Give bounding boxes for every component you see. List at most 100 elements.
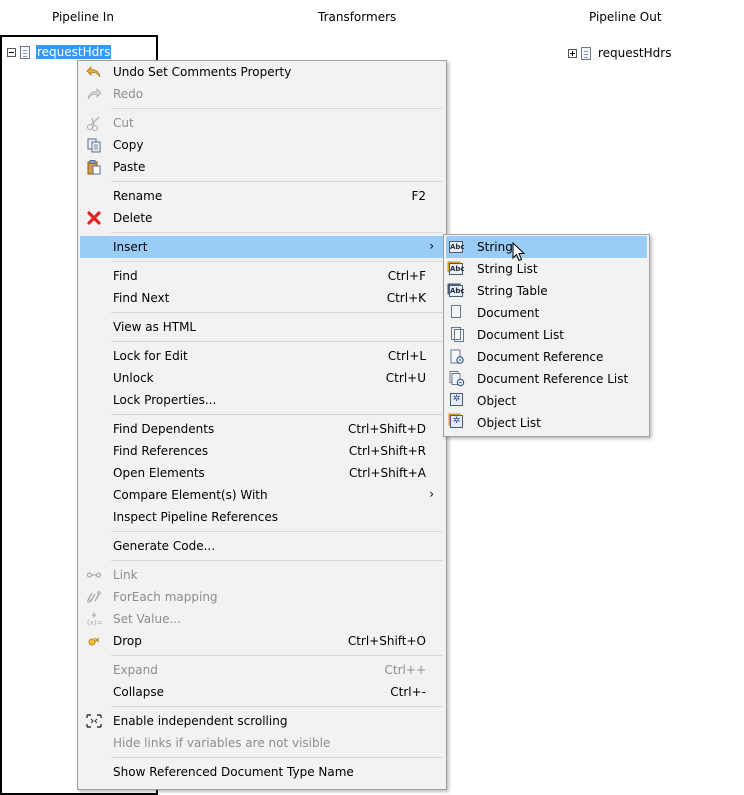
menu-separator [111, 531, 442, 532]
menu-item-label: Copy [113, 138, 144, 152]
menu-item-label: Inspect Pipeline References [113, 510, 278, 524]
menu-item-label: Enable independent scrolling [113, 714, 288, 728]
menu-item-label: View as HTML [113, 320, 197, 334]
chevron-right-icon: › [429, 239, 434, 253]
menu-item-label: Rename [113, 189, 163, 203]
context-menu: Undo Set Comments Property Redo Cut Copy… [77, 60, 447, 790]
menu-item-label: Undo Set Comments Property [113, 65, 292, 79]
menu-separator [111, 181, 442, 182]
menu-item-drop[interactable]: Drop Ctrl+Shift+O [80, 630, 444, 652]
menu-item-label: Find References [113, 444, 209, 458]
menu-item-label: Show Referenced Document Type Name [113, 765, 354, 779]
menu-item-shortcut: Ctrl+- [390, 685, 426, 699]
submenu-item-label: Object [477, 394, 517, 408]
svg-text:(x)=: (x)= [87, 619, 102, 627]
menu-item-label: Cut [113, 116, 134, 130]
menu-item-hide-links[interactable]: Hide links if variables are not visible [80, 732, 444, 754]
menu-item-delete[interactable]: Delete [80, 207, 444, 229]
submenu-item-string-list[interactable]: Abc String List [446, 258, 647, 280]
chevron-right-icon: › [429, 487, 434, 501]
menu-item-compare-elements[interactable]: Compare Element(s) With › [80, 484, 444, 506]
menu-item-open-elements[interactable]: Open Elements Ctrl+Shift+A [80, 462, 444, 484]
set-value-icon: (x)= [86, 611, 103, 627]
pipeline-out-node-label[interactable]: requestHdrs [597, 46, 672, 60]
menu-item-shortcut: Ctrl+Shift+A [349, 466, 426, 480]
document-reference-list-icon [449, 371, 465, 387]
menu-item-shortcut: Ctrl+Shift+O [347, 634, 426, 648]
menu-separator [111, 757, 442, 758]
pipeline-out-node[interactable]: requestHdrs [568, 45, 672, 61]
menu-item-shortcut: Ctrl+U [385, 371, 426, 385]
menu-item-label: Unlock [113, 371, 154, 385]
menu-item-generate-code[interactable]: Generate Code... [80, 535, 444, 557]
menu-item-shortcut: Ctrl++ [384, 663, 426, 677]
menu-separator [111, 312, 442, 313]
pipeline-in-node[interactable]: requestHdrs [7, 44, 112, 60]
pipeline-out-header: Pipeline Out [589, 10, 662, 24]
document-reference-icon [449, 349, 465, 365]
menu-item-set-value[interactable]: (x)= Set Value... [80, 608, 444, 630]
menu-item-collapse[interactable]: Collapse Ctrl+- [80, 681, 444, 703]
copy-icon [86, 137, 102, 153]
submenu-item-label: Document List [477, 328, 564, 342]
string-list-icon: Abc [449, 263, 465, 275]
menu-item-label: Lock for Edit [113, 349, 188, 363]
menu-item-label: Find Dependents [113, 422, 215, 436]
menu-item-label: Hide links if variables are not visible [113, 736, 331, 750]
pipeline-in-header: Pipeline In [52, 10, 114, 24]
menu-item-unlock[interactable]: Unlock Ctrl+U [80, 367, 444, 389]
menu-item-show-referenced-doc-type[interactable]: Show Referenced Document Type Name [80, 761, 444, 783]
red-x-icon [86, 210, 102, 226]
menu-item-paste[interactable]: Paste [80, 156, 444, 178]
menu-item-label: Expand [113, 663, 158, 677]
menu-separator [111, 655, 442, 656]
menu-item-insert[interactable]: Insert › [80, 236, 444, 258]
menu-item-label: Insert [113, 240, 148, 254]
menu-item-rename[interactable]: Rename F2 [80, 185, 444, 207]
menu-separator [111, 560, 442, 561]
menu-item-lock-for-edit[interactable]: Lock for Edit Ctrl+L [80, 345, 444, 367]
menu-item-find-references[interactable]: Find References Ctrl+Shift+R [80, 440, 444, 462]
submenu-item-string-table[interactable]: Abc String Table [446, 280, 647, 302]
menu-item-view-as-html[interactable]: View as HTML [80, 316, 444, 338]
menu-item-cut[interactable]: Cut [80, 112, 444, 134]
menu-separator [111, 414, 442, 415]
menu-item-shortcut: F2 [411, 189, 426, 203]
menu-item-lock-properties[interactable]: Lock Properties... [80, 389, 444, 411]
menu-item-label: Collapse [113, 685, 164, 699]
menu-item-find-dependents[interactable]: Find Dependents Ctrl+Shift+D [80, 418, 444, 440]
menu-item-redo[interactable]: Redo [80, 83, 444, 105]
menu-item-find[interactable]: Find Ctrl+F [80, 265, 444, 287]
menu-item-enable-independent-scrolling[interactable]: Enable independent scrolling [80, 710, 444, 732]
menu-item-undo[interactable]: Undo Set Comments Property [80, 61, 444, 83]
object-icon: ✲ [449, 393, 465, 409]
scissors-icon [86, 115, 102, 131]
menu-item-link[interactable]: Link [80, 564, 444, 586]
submenu-item-object-list[interactable]: ✲ Object List [446, 412, 647, 434]
menu-item-find-next[interactable]: Find Next Ctrl+K [80, 287, 444, 309]
menu-item-expand[interactable]: Expand Ctrl++ [80, 659, 444, 681]
menu-item-foreach-mapping[interactable]: ForEach mapping [80, 586, 444, 608]
menu-item-shortcut: Ctrl+L [387, 349, 426, 363]
menu-separator [111, 341, 442, 342]
document-list-icon [449, 327, 465, 343]
submenu-item-document[interactable]: Document [446, 302, 647, 324]
submenu-item-document-reference[interactable]: Document Reference [446, 346, 647, 368]
independent-scroll-icon [86, 713, 102, 729]
menu-item-shortcut: Ctrl+K [386, 291, 426, 305]
expand-toggle-icon[interactable] [568, 48, 577, 58]
menu-item-shortcut: Ctrl+Shift+D [348, 422, 426, 436]
drop-icon [86, 633, 102, 649]
redo-icon [86, 86, 102, 102]
collapse-toggle-icon[interactable] [7, 47, 16, 57]
submenu-item-object[interactable]: ✲ Object [446, 390, 647, 412]
menu-item-inspect-pipeline-references[interactable]: Inspect Pipeline References [80, 506, 444, 528]
submenu-item-document-reference-list[interactable]: Document Reference List [446, 368, 647, 390]
document-icon [581, 46, 591, 60]
submenu-item-string[interactable]: Abc String [446, 236, 647, 258]
menu-item-shortcut: Ctrl+Shift+R [348, 444, 426, 458]
document-icon [20, 45, 30, 59]
pipeline-in-node-label[interactable]: requestHdrs [36, 45, 112, 59]
menu-item-copy[interactable]: Copy [80, 134, 444, 156]
submenu-item-document-list[interactable]: Document List [446, 324, 647, 346]
